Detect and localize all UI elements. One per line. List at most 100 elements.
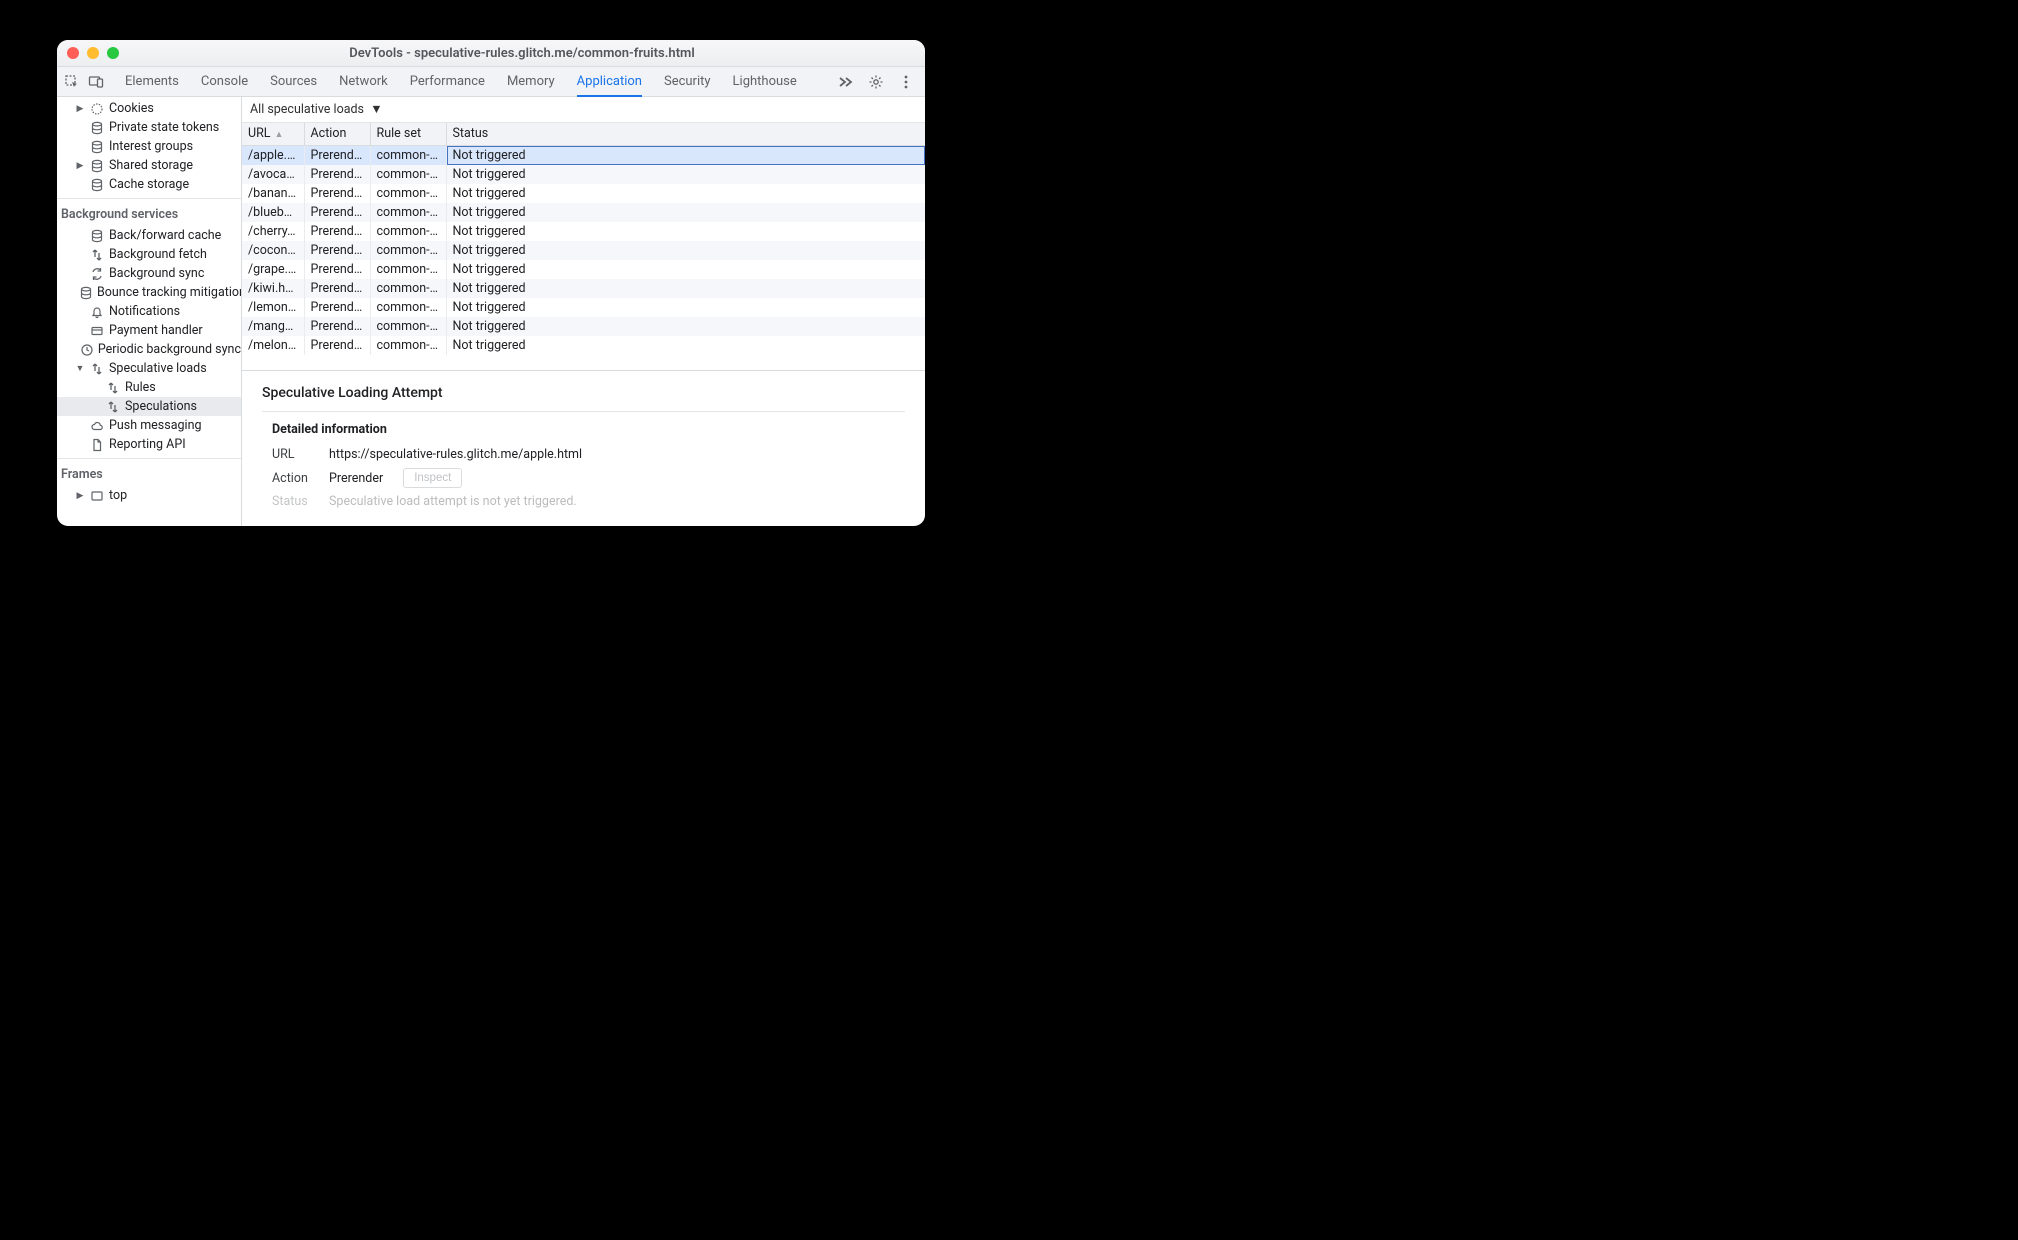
db-icon — [89, 121, 105, 135]
cell-status: Not triggered — [446, 298, 925, 317]
sidebar-item-label: Notifications — [109, 304, 180, 319]
column-action[interactable]: Action — [304, 123, 370, 145]
sidebar-item-notifications[interactable]: Notifications — [57, 302, 241, 321]
table-row[interactable]: /apple.htmlPrerendercommon-fr…Not trigge… — [242, 145, 925, 165]
tab-lighthouse[interactable]: Lighthouse — [733, 67, 797, 96]
cell-ruleset: common-fr… — [370, 145, 446, 165]
sidebar-item-label: Payment handler — [109, 323, 203, 338]
tab-performance[interactable]: Performance — [410, 67, 485, 96]
sidebar-item-label: Rules — [125, 380, 156, 395]
detail-section-heading: Detailed information — [272, 422, 905, 437]
sync-icon — [89, 267, 105, 281]
cell-ruleset: common-fr… — [370, 298, 446, 317]
tab-console[interactable]: Console — [201, 67, 248, 96]
detail-pane: Speculative Loading Attempt Detailed inf… — [242, 371, 925, 526]
settings-gear-icon[interactable] — [867, 73, 885, 91]
sidebar-item-label: Push messaging — [109, 418, 202, 433]
cell-action: Prerender — [304, 203, 370, 222]
table-row[interactable]: /blueberr…Prerendercommon-fr…Not trigger… — [242, 203, 925, 222]
cell-action: Prerender — [304, 260, 370, 279]
tab-network[interactable]: Network — [339, 67, 388, 96]
devtools-window: DevTools - speculative-rules.glitch.me/c… — [57, 40, 925, 526]
tab-memory[interactable]: Memory — [507, 67, 555, 96]
sidebar-item-payment-handler[interactable]: Payment handler — [57, 321, 241, 340]
tab-bar: Elements Console Sources Network Performance… — [57, 67, 925, 97]
table-row[interactable]: /melon.h…Prerendercommon-fr…Not triggere… — [242, 336, 925, 355]
cell-action: Prerender — [304, 184, 370, 203]
sidebar-item-cache-storage[interactable]: Cache storage — [57, 175, 241, 194]
sidebar-item-cookies[interactable]: ▶Cookies — [57, 99, 241, 118]
sidebar-item-background-sync[interactable]: Background sync — [57, 264, 241, 283]
card-icon — [89, 324, 105, 338]
sidebar-item-interest-groups[interactable]: Interest groups — [57, 137, 241, 156]
detail-action-value: Prerender — [329, 471, 383, 486]
sidebar-item-reporting-api[interactable]: Reporting API — [57, 435, 241, 454]
clock-icon — [80, 343, 94, 357]
filter-dropdown[interactable]: All speculative loads ▼ — [250, 102, 383, 117]
tab-sources[interactable]: Sources — [270, 67, 317, 96]
cell-status: Not triggered — [446, 336, 925, 355]
cell-action: Prerender — [304, 279, 370, 298]
sidebar-item-background-fetch[interactable]: Background fetch — [57, 245, 241, 264]
cell-url: /coconut… — [242, 241, 304, 260]
cell-url: /mango.… — [242, 317, 304, 336]
tab-security[interactable]: Security — [664, 67, 711, 96]
sidebar-item-label: Bounce tracking mitigations — [97, 285, 241, 300]
table-row[interactable]: /avocad…Prerendercommon-fr…Not triggered — [242, 165, 925, 184]
sidebar-item-label: Private state tokens — [109, 120, 219, 135]
sidebar-item-label: Reporting API — [109, 437, 186, 452]
sidebar-item-rules[interactable]: Rules — [57, 378, 241, 397]
cell-url: /cherry.h… — [242, 222, 304, 241]
cell-status: Not triggered — [446, 260, 925, 279]
application-sidebar: ▶Cookies Private state tokens Interest gro… — [57, 97, 242, 526]
table-row[interactable]: /coconut…Prerendercommon-fr…Not triggere… — [242, 241, 925, 260]
inspect-button[interactable]: Inspect — [403, 468, 462, 488]
doc-icon — [89, 438, 105, 452]
cell-status: Not triggered — [446, 279, 925, 298]
cell-ruleset: common-fr… — [370, 336, 446, 355]
cell-url: /apple.html — [242, 145, 304, 165]
inspect-icon[interactable] — [63, 73, 81, 91]
close-window-button[interactable] — [67, 47, 79, 59]
table-row[interactable]: /banana.…Prerendercommon-fr…Not triggere… — [242, 184, 925, 203]
sidebar-item-bounce-tracking-mitigations[interactable]: Bounce tracking mitigations — [57, 283, 241, 302]
column-status[interactable]: Status — [446, 123, 925, 145]
sidebar-item-shared-storage[interactable]: ▶Shared storage — [57, 156, 241, 175]
table-row[interactable]: /lemon.h…Prerendercommon-fr…Not triggere… — [242, 298, 925, 317]
table-row[interactable]: /mango.…Prerendercommon-fr…Not triggered — [242, 317, 925, 336]
sidebar-item-back-forward-cache[interactable]: Back/forward cache — [57, 226, 241, 245]
fetch-icon — [89, 248, 105, 262]
speculations-panel: All speculative loads ▼ URL▲ActionRule s… — [242, 97, 925, 526]
cell-action: Prerender — [304, 298, 370, 317]
maximize-window-button[interactable] — [107, 47, 119, 59]
db-icon — [79, 286, 93, 300]
sidebar-item-label: Cookies — [109, 101, 154, 116]
sidebar-item-label: Speculative loads — [109, 361, 207, 376]
cell-action: Prerender — [304, 145, 370, 165]
tab-application[interactable]: Application — [577, 68, 642, 97]
device-toolbar-icon[interactable] — [87, 73, 105, 91]
sidebar-item-speculations[interactable]: Speculations — [57, 397, 241, 416]
sidebar-item-private-state-tokens[interactable]: Private state tokens — [57, 118, 241, 137]
column-url[interactable]: URL▲ — [242, 123, 304, 145]
more-tabs-icon[interactable] — [837, 73, 855, 91]
cell-url: /banana.… — [242, 184, 304, 203]
kebab-menu-icon[interactable] — [897, 73, 915, 91]
table-row[interactable]: /grape.htmlPrerendercommon-fr…Not trigge… — [242, 260, 925, 279]
sidebar-item-top[interactable]: ▶top — [57, 486, 241, 505]
sidebar-item-label: Background sync — [109, 266, 204, 281]
table-row[interactable]: /kiwi.htmlPrerendercommon-fr…Not trigger… — [242, 279, 925, 298]
fetch-icon — [89, 362, 105, 376]
column-rule-set[interactable]: Rule set — [370, 123, 446, 145]
sidebar-heading-frames: Frames — [57, 463, 241, 486]
sidebar-item-periodic-background-sync[interactable]: Periodic background sync — [57, 340, 241, 359]
cell-action: Prerender — [304, 317, 370, 336]
table-row[interactable]: /cherry.h…Prerendercommon-fr…Not trigger… — [242, 222, 925, 241]
cell-ruleset: common-fr… — [370, 279, 446, 298]
tab-elements[interactable]: Elements — [125, 67, 179, 96]
detail-url-label: URL — [272, 447, 317, 462]
minimize-window-button[interactable] — [87, 47, 99, 59]
sidebar-item-speculative-loads[interactable]: ▼Speculative loads — [57, 359, 241, 378]
sidebar-item-push-messaging[interactable]: Push messaging — [57, 416, 241, 435]
fetch-icon — [105, 381, 121, 395]
